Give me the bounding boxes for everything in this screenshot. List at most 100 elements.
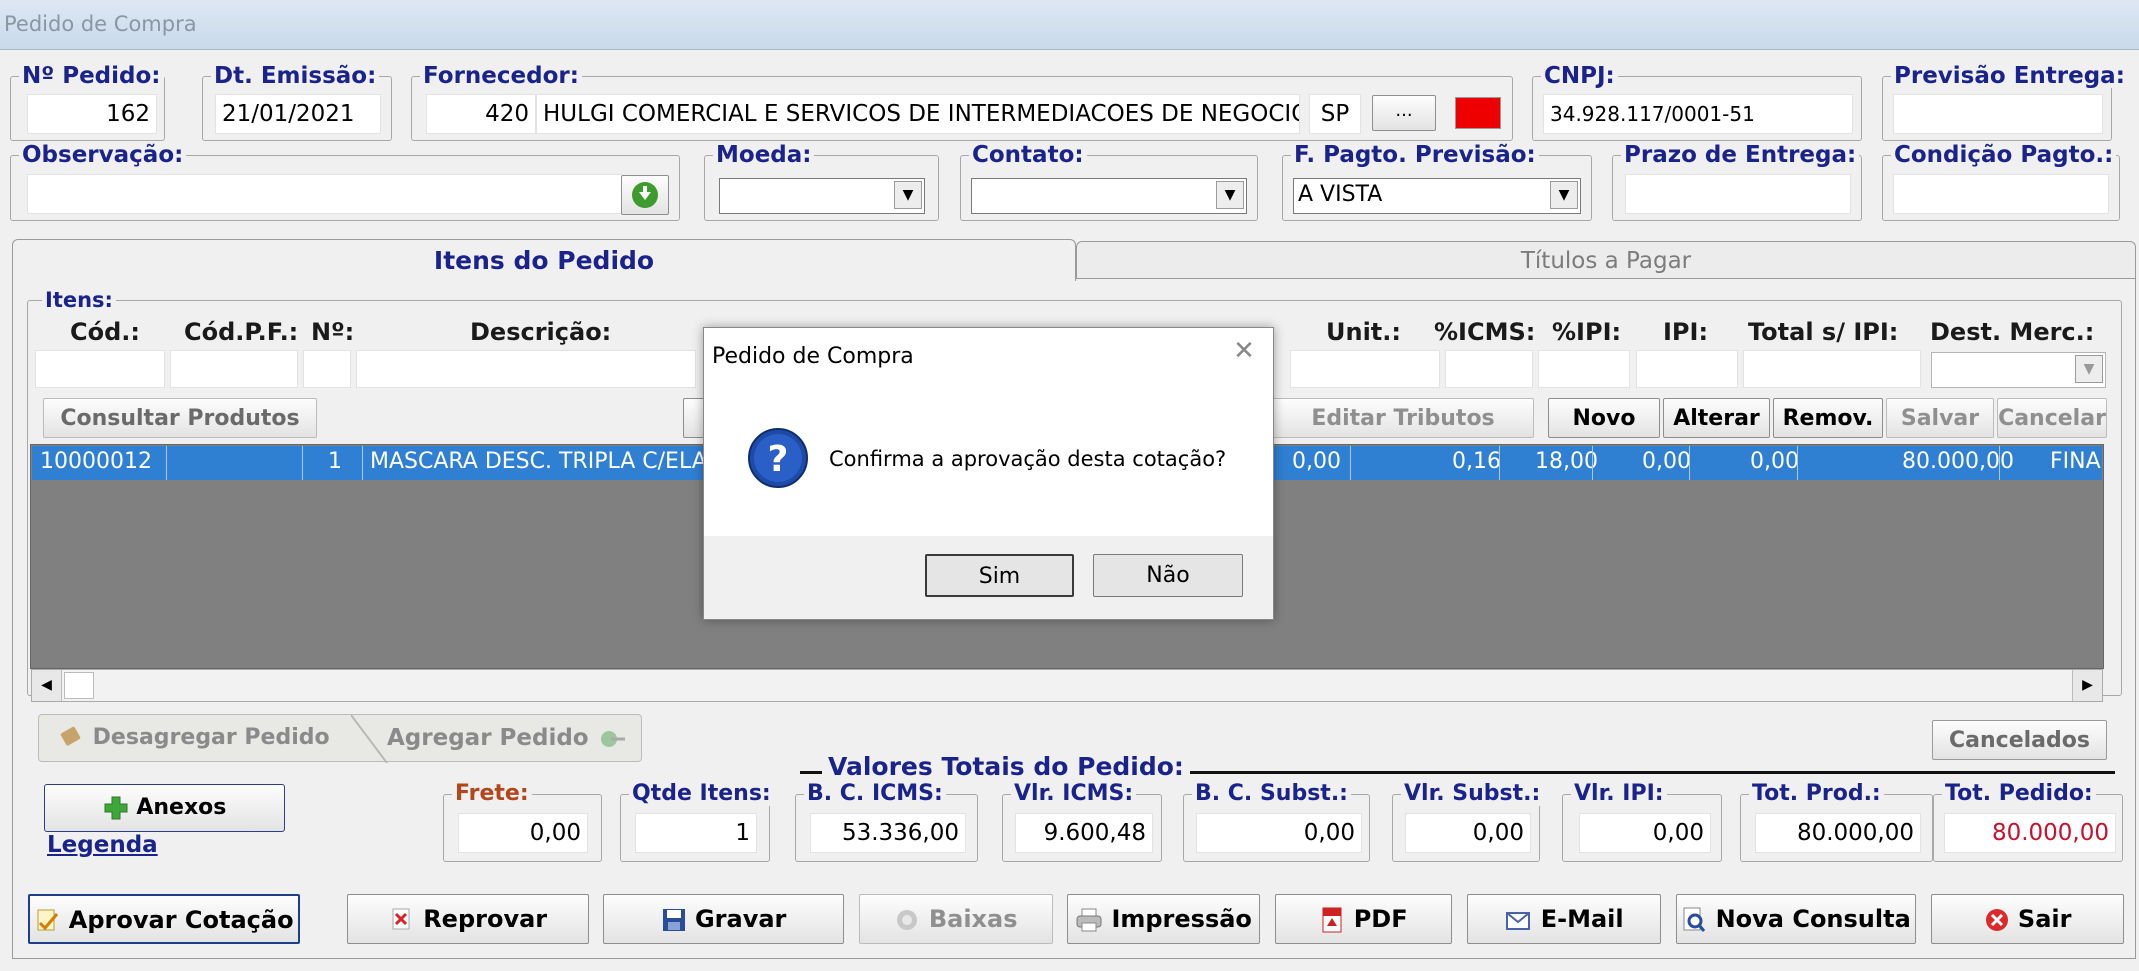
title-bar: Pedido de Compra	[0, 0, 2139, 50]
nova-consulta-button[interactable]: Nova Consulta	[1676, 894, 1916, 944]
divider-slash	[351, 715, 388, 763]
item-ipi-input[interactable]	[1636, 350, 1738, 388]
frete-field[interactable]: 0,00	[458, 813, 588, 853]
scroll-right-icon[interactable]: ▶	[2072, 670, 2102, 701]
cell-c4: 0,00	[1642, 449, 1691, 474]
item-icms-input[interactable]	[1445, 350, 1533, 388]
cell-c1: 0,00	[1292, 449, 1341, 474]
editar-tributos-button[interactable]: Editar Tributos	[1272, 398, 1534, 438]
vlrsubst-field[interactable]: 0,00	[1405, 813, 1531, 853]
save-icon	[662, 909, 685, 931]
reprovar-button[interactable]: Reprovar	[347, 894, 589, 944]
vlripi-field[interactable]: 0,00	[1579, 813, 1711, 853]
previsao-field[interactable]	[1893, 94, 2103, 134]
remov-button[interactable]: Remov.	[1773, 398, 1883, 438]
anexos-button[interactable]: Anexos	[44, 784, 285, 832]
item-cod-input[interactable]	[35, 350, 165, 388]
novo-button[interactable]: Novo	[1548, 398, 1660, 438]
observacao-load-button[interactable]	[621, 175, 669, 215]
item-num-input[interactable]	[303, 350, 351, 388]
pedido-field[interactable]: 162	[27, 94, 157, 134]
impressao-button[interactable]: Impressão	[1067, 894, 1260, 944]
email-button[interactable]: E-Mail	[1467, 894, 1661, 944]
totprod-field[interactable]: 80.000,00	[1755, 813, 1921, 853]
cell-c2: 0,16	[1452, 449, 1501, 474]
item-dest-select[interactable]: ▼	[1931, 352, 2106, 388]
totped-field[interactable]: 80.000,00	[1944, 813, 2116, 853]
item-descricao-input[interactable]	[356, 350, 696, 388]
emissao-group: Dt. Emissão: 21/01/2021	[202, 64, 392, 141]
col-ipi: IPI:	[1663, 318, 1709, 346]
cell-cod: 10000012	[40, 449, 152, 474]
totped-label: Tot. Pedido:	[1942, 782, 2096, 806]
prazo-group: Prazo de Entrega:	[1612, 143, 1862, 221]
vlricms-group: Vlr. ICMS: 9.600,48	[1002, 782, 1162, 862]
gravar-button[interactable]: Gravar	[603, 894, 844, 944]
fornecedor-uf-field[interactable]: SP	[1309, 94, 1361, 134]
totprod-label: Tot. Prod.:	[1749, 782, 1884, 806]
fpagto-select[interactable]: A VISTA ▼	[1293, 178, 1581, 214]
horizontal-scrollbar[interactable]: ◀ ▶	[31, 669, 2103, 702]
bcsubst-group: B. C. Subst.: 0,00	[1183, 782, 1370, 862]
nova-consulta-label: Nova Consulta	[1715, 905, 1911, 933]
emissao-field[interactable]: 21/01/2021	[215, 94, 381, 134]
baixas-button[interactable]: Baixas	[859, 894, 1053, 944]
scroll-thumb[interactable]	[64, 672, 94, 699]
cnpj-label: CNPJ:	[1541, 64, 1618, 88]
moeda-select[interactable]: ▼	[719, 178, 925, 214]
fornecedor-code-field[interactable]: 420	[426, 94, 536, 134]
cancelar-button[interactable]: Cancelar	[1997, 398, 2107, 438]
dialog-sim-button[interactable]: Sim	[925, 554, 1074, 597]
condicao-group: Condição Pagto.:	[1882, 143, 2120, 221]
scroll-left-icon[interactable]: ◀	[32, 670, 62, 701]
salvar-button[interactable]: Salvar	[1886, 398, 1994, 438]
bcsubst-label: B. C. Subst.:	[1192, 782, 1351, 806]
chevron-down-icon[interactable]: ▼	[2075, 355, 2103, 383]
agregar-button[interactable]: Agregar Pedido	[387, 725, 629, 752]
desagregar-button[interactable]: Desagregar Pedido	[59, 725, 330, 751]
consultar-produtos-button[interactable]: Consultar Produtos	[43, 398, 317, 438]
tab-titulos-a-pagar[interactable]: Títulos a Pagar	[1076, 241, 2136, 279]
chevron-down-icon[interactable]: ▼	[1550, 181, 1578, 209]
baixas-icon	[897, 910, 918, 930]
item-codpf-input[interactable]	[170, 350, 298, 388]
cell-descricao: MASCARA DESC. TRIPLA C/ELAS	[370, 449, 721, 474]
cnpj-field[interactable]: 34.928.117/0001-51	[1543, 94, 1853, 134]
item-ipi-pct-input[interactable]	[1538, 350, 1630, 388]
qtde-field[interactable]: 1	[635, 813, 757, 853]
dialog-close-icon[interactable]: ✕	[1229, 336, 1259, 366]
mail-icon	[1506, 912, 1531, 930]
cell-c3: 18,00	[1535, 449, 1598, 474]
prazo-field[interactable]	[1625, 174, 1851, 214]
pdf-button[interactable]: PDF	[1275, 894, 1452, 944]
contato-label: Contato:	[969, 143, 1087, 167]
condicao-field[interactable]	[1893, 174, 2109, 214]
fpagto-value: A VISTA	[1298, 182, 1383, 207]
alterar-button[interactable]: Alterar	[1663, 398, 1770, 438]
legenda-link[interactable]: Legenda	[47, 832, 158, 858]
pdf-icon	[1322, 907, 1342, 933]
sair-button[interactable]: Sair	[1931, 894, 2124, 944]
frete-label: Frete:	[452, 782, 532, 806]
item-unit-input[interactable]	[1290, 350, 1440, 388]
observacao-field[interactable]	[27, 174, 623, 214]
bcsubst-field[interactable]: 0,00	[1196, 813, 1362, 853]
cancelados-button[interactable]: Cancelados	[1932, 720, 2107, 760]
prazo-label: Prazo de Entrega:	[1621, 143, 1860, 167]
aprovar-cotacao-button[interactable]: Aprovar Cotação	[28, 894, 300, 944]
bcicms-label: B. C. ICMS:	[804, 782, 946, 806]
chevron-down-icon[interactable]: ▼	[894, 181, 922, 209]
chevron-down-icon[interactable]: ▼	[1216, 181, 1244, 209]
fornecedor-name-field[interactable]: HULGI COMERCIAL E SERVICOS DE INTERMEDIA…	[536, 94, 1300, 134]
tab-itens-do-pedido[interactable]: Itens do Pedido	[12, 239, 1076, 281]
dialog-nao-button[interactable]: Não	[1093, 554, 1243, 597]
col-num: Nº:	[311, 318, 355, 346]
vlrsubst-label: Vlr. Subst.:	[1401, 782, 1544, 806]
vlricms-field[interactable]: 9.600,48	[1015, 813, 1153, 853]
merge-icon	[600, 730, 625, 747]
fornecedor-browse-button[interactable]: ...	[1372, 95, 1436, 131]
item-total-input[interactable]	[1743, 350, 1921, 388]
contato-select[interactable]: ▼	[971, 178, 1247, 214]
cell-total: 80.000,00	[1902, 449, 2014, 474]
bcicms-field[interactable]: 53.336,00	[810, 813, 966, 853]
